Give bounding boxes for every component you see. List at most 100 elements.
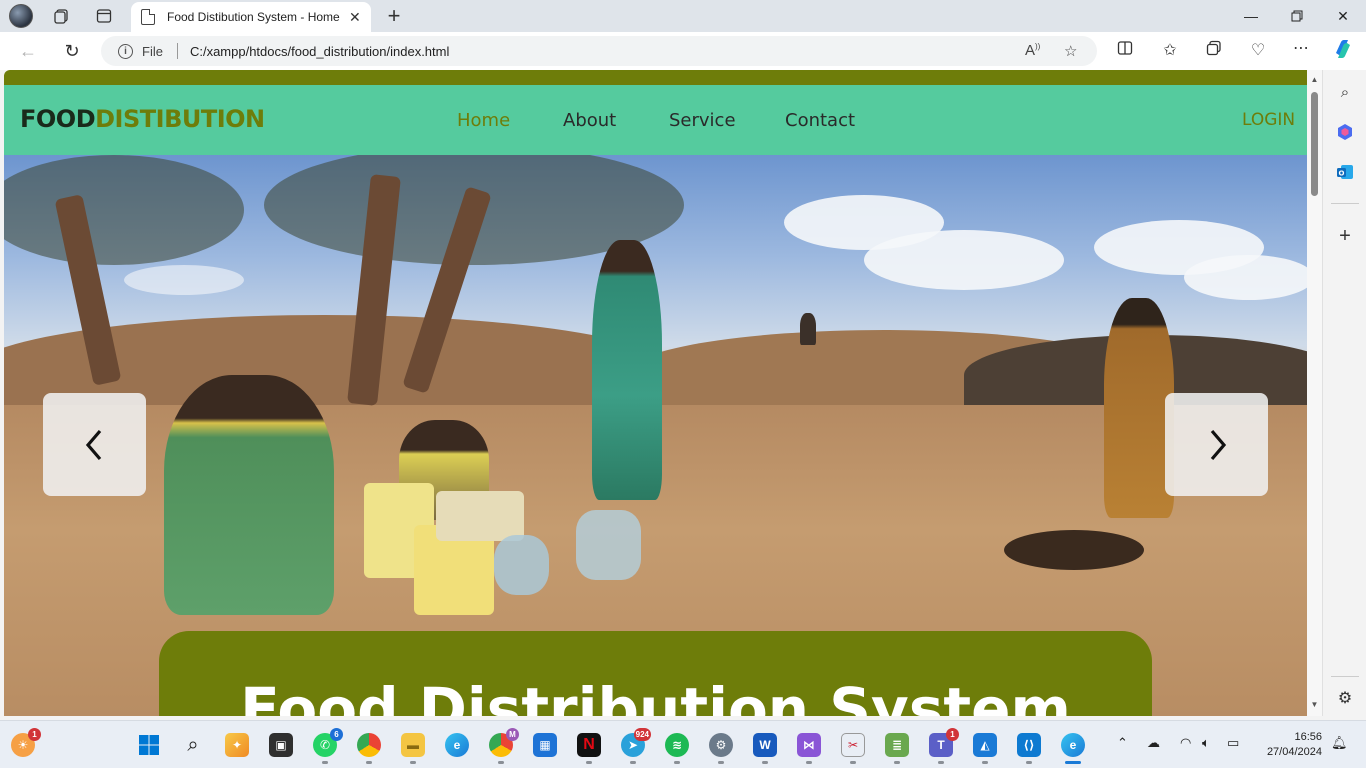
whatsapp-icon[interactable]: ✆ 6 (313, 728, 343, 757)
wifi-icon[interactable]: ◠ (1180, 735, 1191, 751)
back-arrow-icon[interactable]: ← (15, 39, 41, 63)
chrome-profile-badge: M (506, 728, 519, 741)
onedrive-cloud-icon[interactable]: ☁ (1147, 735, 1160, 751)
battery-icon[interactable]: ▭ (1227, 735, 1239, 751)
whatsapp-badge: 6 (330, 728, 343, 741)
telegram-icon[interactable]: ➤ 924 (621, 728, 651, 757)
favorites-icon[interactable]: ✩ (1157, 40, 1183, 60)
scroll-up-arrow-icon[interactable]: ▲ (1310, 75, 1319, 84)
copilot-pre-icon[interactable]: ✦ (225, 733, 249, 757)
clock-date: 27/04/2024 (1266, 746, 1322, 758)
netflix-icon[interactable]: N (577, 733, 601, 757)
brand-part1: FOOD (20, 105, 96, 133)
cloud-shape (1184, 255, 1307, 300)
brand-part2: DISTIBUTION (95, 105, 265, 133)
sidebar-settings-gear-icon[interactable]: ⚙ (1333, 686, 1357, 710)
running-indicator (762, 761, 768, 764)
notification-bell-icon[interactable]: 🔔︎ (1331, 735, 1348, 751)
refresh-icon[interactable]: ↻ (59, 39, 85, 63)
notepad-icon[interactable]: ≣ (885, 733, 909, 757)
settings-gear-icon[interactable]: ⚙ (709, 733, 733, 757)
favorite-star-icon[interactable]: ☆ (1064, 42, 1077, 60)
address-bar[interactable]: i File C:/xampp/htdocs/food_distribution… (101, 36, 1097, 66)
teams-icon[interactable]: T1 (929, 728, 959, 757)
distant-person-figure (800, 313, 816, 345)
outlook-icon[interactable]: O (1333, 160, 1357, 184)
scrollbar-thumb[interactable] (1311, 92, 1318, 196)
chevron-right-icon (1210, 429, 1226, 460)
copilot-sidebar-icon[interactable] (1333, 120, 1357, 144)
nav-link-contact[interactable]: Contact (785, 110, 855, 131)
running-indicator (366, 761, 372, 764)
chrome-profile-icon[interactable]: M (489, 728, 519, 757)
clock-time: 16:56 (1294, 731, 1322, 743)
running-indicator (894, 761, 900, 764)
running-indicator (410, 761, 416, 764)
weather-widget-icon[interactable]: ☀ 1 (11, 728, 41, 757)
search-taskbar-icon[interactable]: ⌕ (181, 733, 205, 757)
task-view-icon[interactable]: ▣ (269, 733, 293, 757)
visual-studio-icon[interactable]: ⋈ (797, 733, 821, 757)
close-window-icon[interactable]: ✕ (1320, 0, 1366, 32)
read-aloud-icon[interactable]: A)) (1025, 42, 1040, 59)
profile-avatar-icon[interactable] (9, 4, 33, 28)
snipping-tool-icon[interactable]: ✂ (841, 733, 865, 757)
cloud-shape (124, 265, 244, 295)
page-viewport: FOODDISTIBUTION Home About Service Conta… (4, 70, 1307, 716)
more-menu-icon[interactable]: ⋯ (1288, 38, 1314, 58)
site-navbar: FOODDISTIBUTION Home About Service Conta… (4, 85, 1307, 155)
running-indicator (718, 761, 724, 764)
file-explorer-icon[interactable]: ▬ (401, 733, 425, 757)
running-indicator (498, 761, 504, 764)
url-scheme-label: File (142, 43, 163, 59)
hero-heading: Food Distribution System (240, 675, 1071, 716)
site-info-icon[interactable]: i (118, 43, 133, 59)
photos-icon[interactable]: ◭ (973, 733, 997, 757)
collections-icon[interactable] (1201, 40, 1227, 61)
spotify-icon[interactable]: ≋ (665, 733, 689, 757)
nav-link-about[interactable]: About (563, 110, 616, 131)
nav-link-home[interactable]: Home (457, 110, 510, 131)
microsoft-store-icon[interactable]: ▦ (533, 733, 557, 757)
split-screen-icon[interactable] (1112, 40, 1138, 61)
browser-tab-active[interactable]: Food Distibution System - Home ✕ (131, 2, 371, 32)
volume-icon[interactable]: 🔈︎ (1202, 735, 1210, 751)
vertical-tabs-icon[interactable] (91, 4, 117, 28)
url-text[interactable]: C:/xampp/htdocs/food_distribution/index.… (190, 44, 449, 59)
add-sidebar-app-icon[interactable]: + (1333, 224, 1357, 248)
show-hidden-icons-chevron-icon[interactable]: ⌃ (1117, 735, 1128, 751)
running-indicator (806, 761, 812, 764)
word-icon[interactable]: W (753, 733, 777, 757)
chrome-icon[interactable] (357, 733, 381, 757)
edge-sidebar: ⌕ O + ⚙ (1322, 70, 1366, 716)
scroll-down-arrow-icon[interactable]: ▼ (1310, 700, 1319, 709)
close-tab-icon[interactable]: ✕ (349, 9, 361, 26)
running-indicator (586, 761, 592, 764)
running-indicator (1026, 761, 1032, 764)
page-scrollbar[interactable]: ▲ ▼ (1307, 70, 1322, 716)
nav-link-service[interactable]: Service (669, 110, 736, 131)
minimize-icon[interactable]: — (1228, 0, 1274, 32)
system-clock[interactable]: 16:56 27/04/2024 (1258, 730, 1322, 760)
login-link[interactable]: LOGIN (1242, 110, 1295, 130)
new-tab-icon[interactable]: + (382, 3, 406, 29)
browser-essentials-icon[interactable]: ♡ (1245, 40, 1271, 60)
windows-taskbar: ☀ 1 ⌕ ✦ ▣ ✆ 6 ▬ e M ▦ N ➤ 924 ≋ ⚙ W ⋈ ✂ ≣ T… (0, 720, 1366, 768)
search-icon[interactable]: ⌕ (1333, 80, 1357, 104)
restore-icon[interactable] (1274, 0, 1320, 32)
windows-start-icon[interactable] (137, 733, 161, 757)
carousel-prev-button[interactable] (43, 393, 146, 496)
edge-active-icon[interactable]: e (1061, 733, 1085, 757)
running-indicator (982, 761, 988, 764)
running-indicator (322, 761, 328, 764)
tree-canopy-shape (4, 155, 244, 265)
running-indicator (630, 761, 636, 764)
edge-icon[interactable]: e (445, 733, 469, 757)
browser-toolbar: ← ↻ i File C:/xampp/htdocs/food_distribu… (0, 32, 1366, 70)
carousel-next-button[interactable] (1165, 393, 1268, 496)
copilot-icon[interactable] (1330, 38, 1356, 65)
standing-woman-figure (592, 240, 662, 500)
vscode-icon[interactable]: ⟨⟩ (1017, 733, 1041, 757)
workspaces-icon[interactable] (49, 4, 75, 28)
site-brand-logo[interactable]: FOODDISTIBUTION (20, 105, 265, 133)
